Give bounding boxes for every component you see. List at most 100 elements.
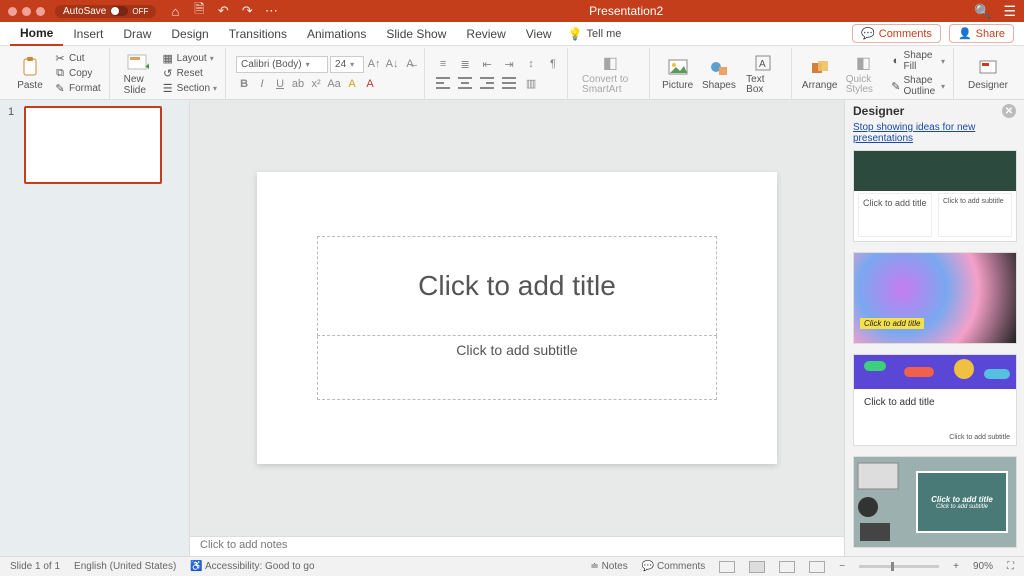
comments-button[interactable]: 💬 Comments <box>852 24 941 43</box>
align-left-button[interactable] <box>435 75 451 91</box>
grow-font-button[interactable]: A↑ <box>366 56 382 72</box>
title-placeholder[interactable]: Click to add title <box>317 236 717 336</box>
numbering-button[interactable]: ≣ <box>457 56 473 72</box>
justify-button[interactable] <box>501 75 517 91</box>
undo-icon[interactable]: ↶ <box>216 4 230 18</box>
clear-format-button[interactable]: A̶ <box>402 56 418 72</box>
new-slide-button[interactable]: ✦ New Slide <box>120 49 156 98</box>
section-button[interactable]: ☰Section▾ <box>160 82 219 96</box>
bulb-icon: 💡 <box>568 27 583 41</box>
thumbnail-row[interactable]: 1 <box>8 106 181 184</box>
font-family-dropdown[interactable]: Calibri (Body)▾ <box>236 56 328 73</box>
comments-toggle[interactable]: 💬 Comments <box>642 561 706 572</box>
tab-review[interactable]: Review <box>456 23 515 45</box>
superscript-button[interactable]: x² <box>308 76 324 92</box>
italic-button[interactable]: I <box>254 76 270 92</box>
font-size-dropdown[interactable]: 24▾ <box>330 56 364 73</box>
stop-showing-link[interactable]: Stop showing ideas for new presentations <box>845 122 1024 150</box>
bold-button[interactable]: B <box>236 76 252 92</box>
search-icon[interactable]: 🔍 <box>974 3 991 20</box>
zoom-slider[interactable] <box>859 565 939 568</box>
design-idea-4[interactable]: Click to add title Click to add subtitle <box>853 456 1017 548</box>
tab-insert[interactable]: Insert <box>63 23 113 45</box>
comment-icon: 💬 <box>861 27 875 40</box>
zoom-in-button[interactable]: + <box>953 561 959 572</box>
slide-canvas[interactable]: Click to add title Click to add subtitle <box>257 172 777 464</box>
shapes-icon <box>708 57 730 79</box>
accessibility-icon: ♿ <box>190 561 202 572</box>
slideshow-view-button[interactable] <box>809 561 825 573</box>
reset-button[interactable]: ↺Reset <box>160 67 219 81</box>
textbox-button[interactable]: A Text Box <box>742 50 785 98</box>
bullets-button[interactable]: ≡ <box>435 56 451 72</box>
close-icon[interactable]: ✕ <box>1002 104 1016 118</box>
account-icon[interactable]: ☰ <box>1003 3 1016 20</box>
thumbnail-1[interactable] <box>24 106 162 184</box>
zoom-out-button[interactable]: − <box>839 561 845 572</box>
subtitle-placeholder[interactable]: Click to add subtitle <box>317 336 717 400</box>
tab-animations[interactable]: Animations <box>297 23 376 45</box>
design-idea-1[interactable]: Click to add title Click to add subtitle <box>853 150 1017 242</box>
align-center-button[interactable] <box>457 75 473 91</box>
shape-outline-button[interactable]: ✎Shape Outline▾ <box>889 74 947 98</box>
slides-group: ✦ New Slide ▦Layout▾ ↺Reset ☰Section▾ <box>114 48 226 99</box>
tab-view[interactable]: View <box>516 23 562 45</box>
change-case-button[interactable]: Aa <box>326 76 342 92</box>
tab-home[interactable]: Home <box>10 22 63 46</box>
slide-counter[interactable]: Slide 1 of 1 <box>10 561 60 572</box>
picture-button[interactable]: Picture <box>660 55 696 93</box>
minimize-dot[interactable] <box>22 7 31 16</box>
language-status[interactable]: English (United States) <box>74 561 176 572</box>
tab-draw[interactable]: Draw <box>113 23 161 45</box>
layout-button[interactable]: ▦Layout▾ <box>160 52 219 66</box>
close-dot[interactable] <box>8 7 17 16</box>
fit-window-button[interactable]: ⛶ <box>1007 561 1014 572</box>
share-button[interactable]: 👤 Share <box>949 24 1014 43</box>
font-color-button[interactable]: A <box>362 76 378 92</box>
normal-view-button[interactable] <box>719 561 735 573</box>
underline-button[interactable]: U <box>272 76 288 92</box>
reading-view-button[interactable] <box>779 561 795 573</box>
layout-icon: ▦ <box>162 53 174 65</box>
arrange-button[interactable]: Arrange <box>802 55 838 93</box>
more-icon[interactable]: ⋯ <box>264 4 278 18</box>
format-painter-button[interactable]: ✎Format <box>52 82 103 96</box>
convert-smartart-button[interactable]: ◧ Convert to SmartArt <box>578 50 643 98</box>
quick-styles-button[interactable]: ◧ Quick Styles <box>842 50 886 98</box>
brush-icon: ✎ <box>54 83 66 95</box>
window-controls[interactable] <box>8 7 45 16</box>
shape-fill-button[interactable]: ◐Shape Fill▾ <box>889 49 947 73</box>
tab-slideshow[interactable]: Slide Show <box>376 23 456 45</box>
align-right-button[interactable] <box>479 75 495 91</box>
line-spacing-button[interactable]: ↕ <box>523 56 539 72</box>
tell-me-search[interactable]: 💡 Tell me <box>568 27 622 41</box>
design-idea-2[interactable]: Click to add title <box>853 252 1017 344</box>
notes-pane[interactable]: Click to add notes <box>190 536 844 556</box>
shapes-button[interactable]: Shapes <box>700 55 739 93</box>
indent-increase-button[interactable]: ⇥ <box>501 56 517 72</box>
tab-design[interactable]: Design <box>161 23 218 45</box>
highlight-button[interactable]: A <box>344 76 360 92</box>
home-icon[interactable]: ⌂ <box>168 4 182 18</box>
columns-button[interactable]: ▥ <box>523 75 539 91</box>
autosave-toggle[interactable]: AutoSave OFF <box>55 5 156 18</box>
strike-button[interactable]: ab <box>290 76 306 92</box>
tab-transitions[interactable]: Transitions <box>219 23 297 45</box>
zoom-percent[interactable]: 90% <box>973 561 993 572</box>
zoom-dot[interactable] <box>36 7 45 16</box>
design2-image <box>854 253 1016 343</box>
paste-button[interactable]: Paste <box>12 55 48 93</box>
accessibility-status[interactable]: ♿ Accessibility: Good to go <box>190 561 314 572</box>
text-direction-button[interactable]: ¶ <box>545 56 561 72</box>
designer-button[interactable]: Designer <box>964 55 1012 93</box>
shrink-font-button[interactable]: A↓ <box>384 56 400 72</box>
indent-decrease-button[interactable]: ⇤ <box>479 56 495 72</box>
notes-toggle[interactable]: ≐ Notes <box>590 561 627 572</box>
sorter-view-button[interactable] <box>749 561 765 573</box>
copy-button[interactable]: ⧉Copy <box>52 67 103 81</box>
save-icon[interactable]: 🗎 <box>192 4 206 18</box>
redo-icon[interactable]: ↷ <box>240 4 254 18</box>
cut-button[interactable]: ✂Cut <box>52 52 103 66</box>
design-idea-3[interactable]: Click to add title Click to add subtitle <box>853 354 1017 446</box>
clipboard-icon <box>19 57 41 79</box>
